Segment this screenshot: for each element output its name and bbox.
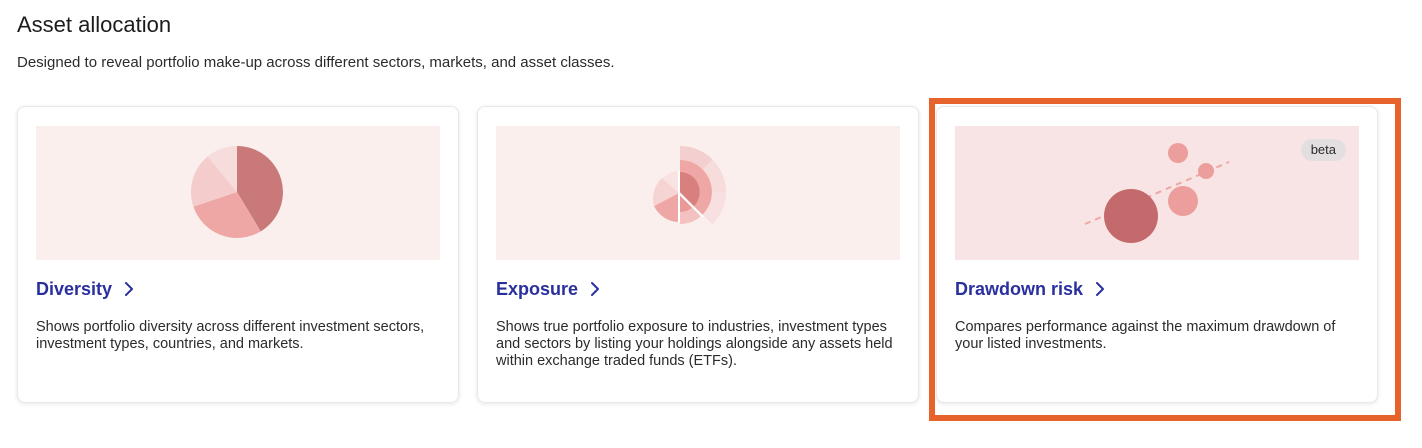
diversity-card[interactable]: Diversity Shows portfolio diversity acro… (17, 106, 459, 403)
beta-badge: beta (1300, 139, 1346, 161)
diversity-link[interactable]: Diversity (36, 277, 134, 301)
radial-chart-icon (652, 146, 726, 225)
pie-chart-icon (191, 145, 283, 238)
chevron-right-icon (125, 282, 134, 296)
asset-allocation-page: Asset allocation Designed to reveal port… (0, 0, 1422, 448)
drawdown-risk-description: Compares performance against the maximum… (955, 319, 1336, 352)
exposure-card[interactable]: Exposure Shows true portfolio exposure t… (477, 106, 919, 403)
diversity-link-label: Diversity (36, 279, 113, 299)
bubble-chart-icon (1084, 143, 1230, 243)
exposure-link[interactable]: Exposure (496, 277, 600, 301)
chevron-right-icon (591, 282, 600, 296)
section-title: Asset allocation (17, 12, 172, 37)
drawdown-illustration: beta (955, 126, 1359, 260)
drawdown-risk-link[interactable]: Drawdown risk (955, 277, 1105, 301)
exposure-link-label: Exposure (496, 279, 579, 299)
exposure-illustration (496, 126, 900, 260)
diversity-illustration (36, 126, 440, 260)
chevron-right-icon (1096, 282, 1105, 296)
diversity-description: Shows portfolio diversity across differe… (36, 319, 425, 352)
section-subtitle: Designed to reveal portfolio make-up acr… (17, 54, 615, 71)
exposure-description: Shows true portfolio exposure to industr… (496, 319, 893, 369)
drawdown-risk-link-label: Drawdown risk (955, 279, 1084, 299)
drawdown-risk-card[interactable]: beta Drawdown risk Compares performance … (936, 106, 1378, 403)
